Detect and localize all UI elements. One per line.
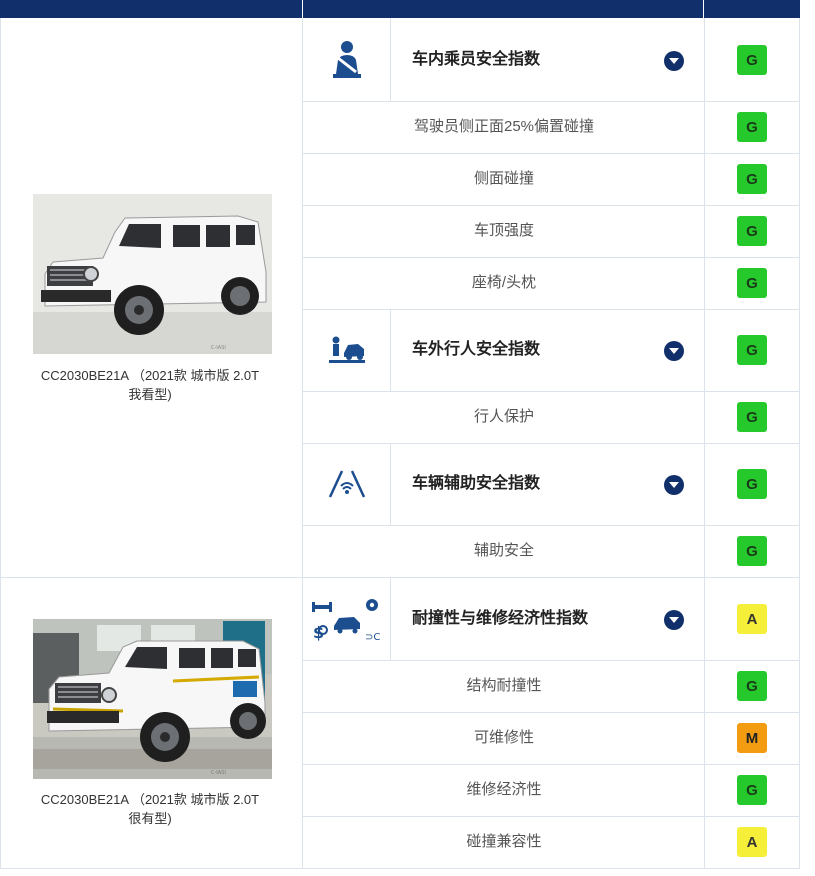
test-item-label: 行人保护	[473, 408, 534, 425]
grid-line	[390, 18, 391, 101]
svg-text:C-IASI: C-IASI	[211, 345, 226, 351]
test-item-label: 维修经济性	[466, 781, 542, 798]
rating-badge: G	[737, 402, 767, 432]
svg-text:C-IASI: C-IASI	[211, 770, 226, 776]
grid-line	[390, 310, 391, 391]
lane-assist-icon	[304, 444, 390, 524]
grid-line	[390, 444, 391, 525]
grid-line	[302, 660, 800, 661]
test-item-label: 碰撞兼容性	[466, 833, 542, 850]
grid-line	[0, 18, 1, 868]
rating-badge: A	[737, 827, 767, 857]
rating-badge: M	[737, 723, 767, 753]
grid-line	[390, 578, 391, 660]
category-title: 车辆辅助安全指数	[412, 475, 541, 492]
grid-line	[302, 205, 800, 206]
svg-text:⊃C: ⊃C	[365, 632, 380, 642]
vehicle-model-line1: CC2030BE21A （2021款 城市版 2.0T	[40, 792, 260, 807]
grid-line	[0, 868, 800, 869]
grid-line	[302, 391, 800, 392]
rating-badge: G	[737, 164, 767, 194]
pedestrian-car-icon	[304, 310, 390, 390]
rating-badge: G	[737, 536, 767, 566]
seatbelt-occupant-icon	[304, 20, 390, 100]
header-separator	[302, 0, 303, 18]
table-header-bar	[0, 0, 800, 18]
vehicle-model-line2: 很有型)	[128, 811, 172, 826]
chevron-down-icon[interactable]	[664, 341, 684, 361]
rating-badge: G	[737, 112, 767, 142]
test-item-label: 可维修性	[473, 729, 534, 746]
grid-line	[302, 101, 800, 102]
grid-line	[302, 712, 800, 713]
rating-badge: G	[737, 775, 767, 805]
chevron-down-icon[interactable]	[664, 610, 684, 630]
grid-line	[0, 577, 800, 578]
grid-line	[302, 525, 800, 526]
rating-badge: A	[737, 604, 767, 634]
chevron-down-icon[interactable]	[664, 475, 684, 495]
rating-badge: G	[737, 469, 767, 499]
vehicle-photo[interactable]: C-IASI	[33, 619, 272, 779]
test-item-label: 车顶强度	[473, 222, 534, 239]
rating-badge: G	[737, 335, 767, 365]
rating-badge: G	[737, 268, 767, 298]
category-title: 耐撞性与维修经济性指数	[412, 610, 589, 627]
test-item-label: 辅助安全	[473, 542, 534, 559]
category-title: 车外行人安全指数	[412, 341, 541, 358]
test-item-label: 结构耐撞性	[466, 677, 542, 694]
vehicle-caption: CC2030BE21A （2021款 城市版 2.0T 我看型)	[10, 366, 290, 404]
repair-economy-icon: $ ⊃C	[304, 579, 390, 659]
vehicle-model-line1: CC2030BE21A （2021款 城市版 2.0T	[40, 368, 260, 383]
grid-line	[302, 257, 800, 258]
test-item-label: 驾驶员侧正面25%偏置碰撞	[413, 118, 595, 135]
rating-badge: G	[737, 671, 767, 701]
rating-badge: G	[737, 216, 767, 246]
test-item-label: 侧面碰撞	[473, 170, 534, 187]
grid-line	[302, 153, 800, 154]
grid-line	[302, 816, 800, 817]
vehicle-photo[interactable]: C-IASI	[33, 194, 272, 354]
vehicle-caption: CC2030BE21A （2021款 城市版 2.0T 很有型)	[10, 790, 290, 828]
category-title: 车内乘员安全指数	[412, 51, 541, 68]
grid-line	[302, 764, 800, 765]
header-separator	[703, 0, 704, 18]
test-item-label: 座椅/头枕	[471, 274, 537, 291]
vehicle-model-line2: 我看型)	[128, 387, 172, 402]
chevron-down-icon[interactable]	[664, 51, 684, 71]
rating-badge: G	[737, 45, 767, 75]
